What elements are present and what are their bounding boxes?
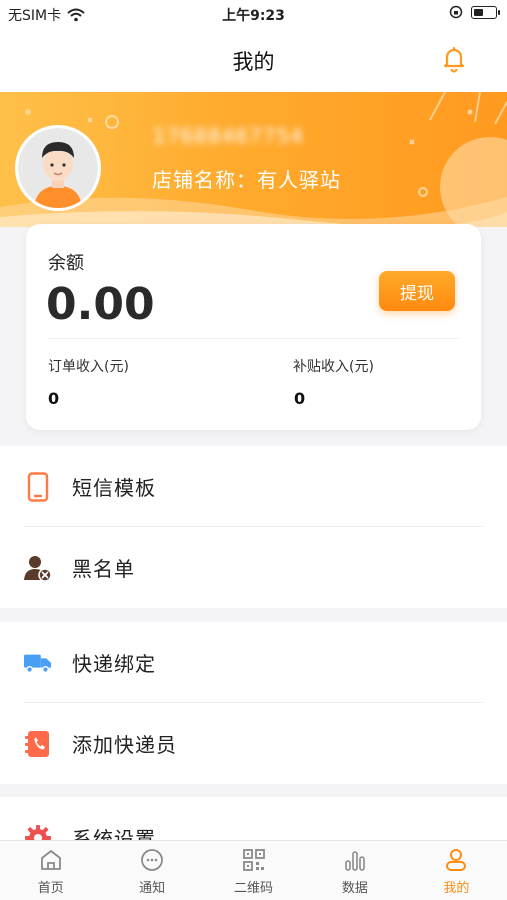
phone-number: 17688467754 xyxy=(153,124,304,148)
user-block-icon xyxy=(24,554,52,582)
menu-label-express-binding: 快递绑定 xyxy=(72,652,156,676)
tab-home[interactable]: 首页 xyxy=(0,841,101,900)
order-income-value: 0 xyxy=(48,389,60,408)
status-time: 上午9:23 xyxy=(222,8,285,24)
profile-header: 17688467754 店铺名称：有人驿站 xyxy=(0,92,507,227)
menu-group-settings: 系统设置 xyxy=(0,797,507,840)
menu-label-add-courier: 添加快递员 xyxy=(72,733,177,757)
chart-icon xyxy=(345,851,365,871)
order-income-label: 订单收入(元) xyxy=(48,359,129,375)
balance-card: 余额 0.00 提现 订单收入(元) 补贴收入(元) 0 0 xyxy=(26,224,481,430)
home-icon xyxy=(40,850,61,870)
menu-group-courier: 快递绑定 添加快递员 xyxy=(0,622,507,784)
contact-book-icon xyxy=(24,730,52,758)
menu-item-sms-template[interactable]: 短信模板 xyxy=(0,446,507,527)
menu-group-messaging: 短信模板 黑名单 xyxy=(0,446,507,608)
tab-mine[interactable]: 我的 xyxy=(406,841,507,900)
card-divider xyxy=(48,338,459,339)
tab-label-home: 首页 xyxy=(37,881,64,896)
menu-item-blacklist[interactable]: 黑名单 xyxy=(0,527,507,608)
qrcode-icon xyxy=(242,849,265,871)
user-icon xyxy=(446,849,467,871)
tab-label-notifications: 通知 xyxy=(139,881,166,896)
shop-name: 店铺名称：有人驿站 xyxy=(152,168,341,192)
message-icon xyxy=(141,849,164,871)
page-title: 我的 xyxy=(232,50,275,74)
subsidy-income-value: 0 xyxy=(294,389,306,408)
orientation-lock-icon xyxy=(449,5,463,19)
tab-notifications[interactable]: 通知 xyxy=(101,841,202,900)
menu-label-blacklist: 黑名单 xyxy=(72,557,135,581)
tab-data[interactable]: 数据 xyxy=(304,841,405,900)
menu-label-system-settings: 系统设置 xyxy=(72,827,156,840)
nav-bar: 我的 xyxy=(0,28,507,92)
menu-item-express-binding[interactable]: 快递绑定 xyxy=(0,622,507,703)
status-bar: 无SIM卡 上午9:23 xyxy=(0,0,507,28)
subsidy-income-label: 补贴收入(元) xyxy=(293,359,374,375)
avatar-person-icon xyxy=(18,128,98,208)
bell-icon[interactable] xyxy=(439,44,469,74)
menu-item-add-courier[interactable]: 添加快递员 xyxy=(0,703,507,784)
tab-bar: 首页 通知 二维码 数据 我的 xyxy=(0,840,507,900)
menu-item-system-settings[interactable]: 系统设置 xyxy=(0,797,507,840)
battery-icon xyxy=(471,5,500,19)
tab-qrcode[interactable]: 二维码 xyxy=(203,841,304,900)
phone-icon xyxy=(24,471,52,502)
tab-label-data: 数据 xyxy=(341,881,368,896)
truck-icon xyxy=(24,649,52,677)
tab-label-qrcode: 二维码 xyxy=(234,881,274,896)
tab-label-mine: 我的 xyxy=(443,881,470,896)
balance-label: 余额 xyxy=(48,253,84,274)
balance-value: 0.00 xyxy=(46,279,155,330)
gear-icon xyxy=(24,824,52,840)
menu-label-sms-template: 短信模板 xyxy=(72,476,156,500)
withdraw-button[interactable]: 提现 xyxy=(379,271,455,311)
avatar[interactable] xyxy=(15,125,101,211)
